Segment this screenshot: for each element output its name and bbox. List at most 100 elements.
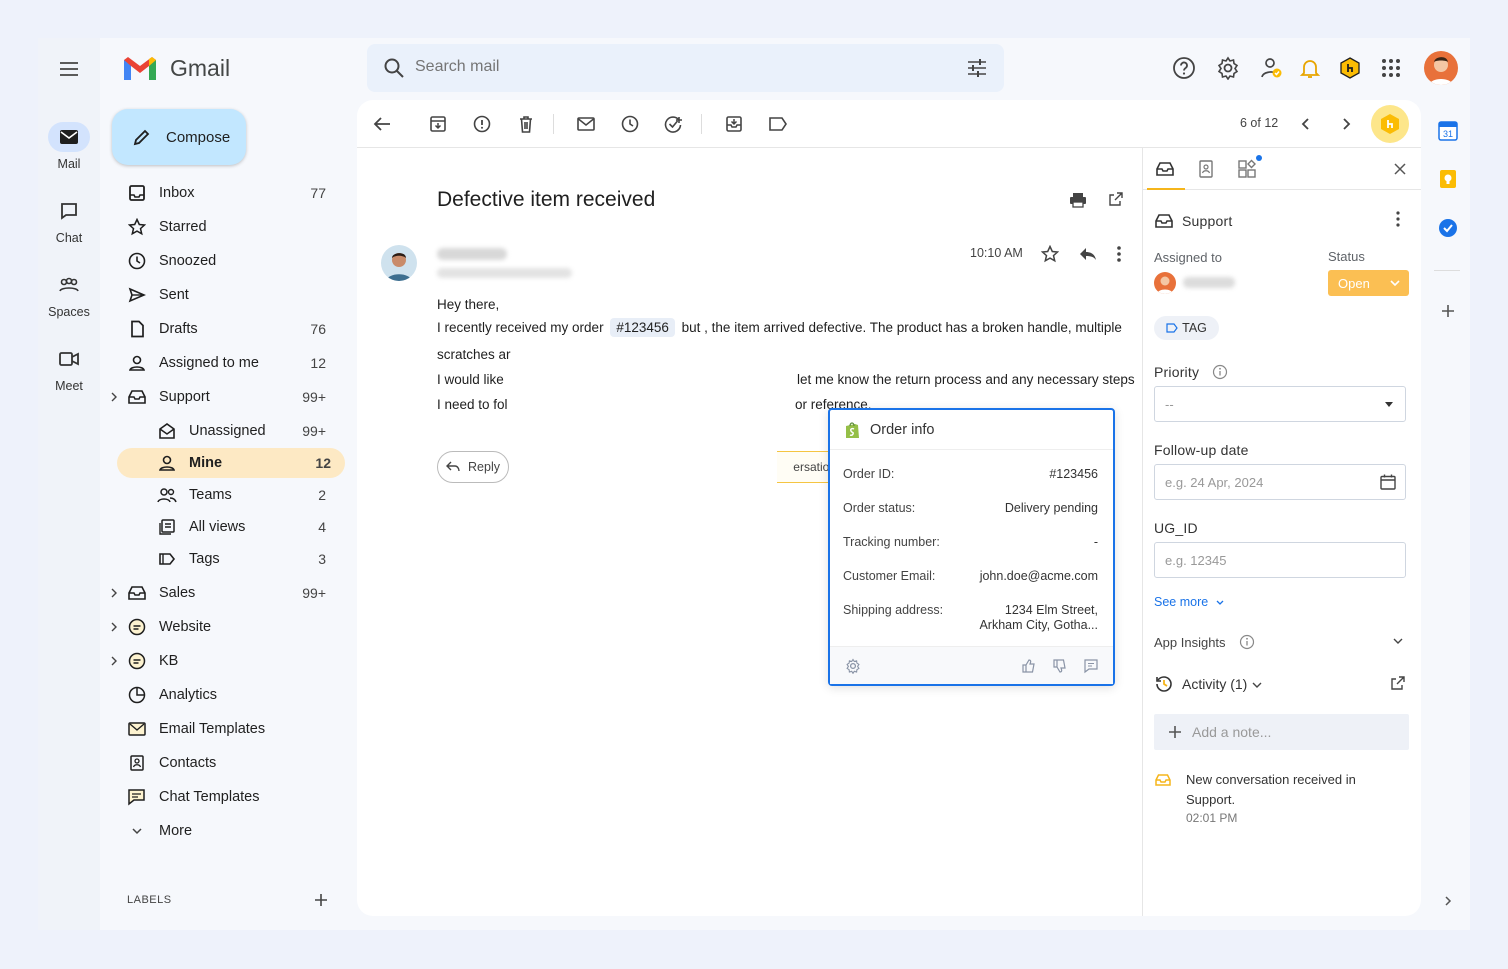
sidebar-item-website[interactable]: Website xyxy=(100,612,340,642)
hiver-extension-icon[interactable] xyxy=(1338,54,1362,82)
sidebar-item-unassigned[interactable]: Unassigned 99+ xyxy=(100,416,340,446)
active-tab-indicator xyxy=(1147,188,1185,190)
rail-chat[interactable]: Chat xyxy=(38,196,100,245)
open-external-icon[interactable] xyxy=(1391,676,1405,690)
info-icon[interactable] xyxy=(1212,364,1228,380)
rail-chat-label: Chat xyxy=(55,231,83,245)
sidebar-item-contacts[interactable]: Contacts xyxy=(100,748,340,778)
tasks-app-icon[interactable] xyxy=(1437,217,1459,239)
chevron-down-icon[interactable] xyxy=(1393,637,1403,645)
sidebar-item-sent[interactable]: Sent xyxy=(100,280,340,310)
archive-icon[interactable] xyxy=(427,113,449,135)
sidebar-item-email-templates[interactable]: Email Templates xyxy=(100,714,340,744)
notifications-bell-icon[interactable] xyxy=(1298,54,1322,82)
thumbs-up-icon[interactable] xyxy=(1021,658,1037,674)
gear-icon[interactable] xyxy=(845,658,861,674)
sidebar-item-assigned-to-me[interactable]: Assigned to me 12 xyxy=(100,348,340,378)
sidebar-item-mine[interactable]: Mine 12 xyxy=(117,448,345,478)
previous-chevron-icon[interactable] xyxy=(1295,113,1317,135)
reply-icon[interactable] xyxy=(1079,246,1097,262)
print-icon[interactable] xyxy=(1069,192,1087,208)
hiver-badge-icon[interactable] xyxy=(1371,105,1409,143)
add-label-icon[interactable] xyxy=(312,891,330,909)
tab-contact-icon[interactable] xyxy=(1195,158,1217,180)
ugid-label: UG_ID xyxy=(1154,520,1198,536)
keep-app-icon[interactable] xyxy=(1437,168,1459,190)
assignee-avatar[interactable] xyxy=(1154,272,1176,294)
app-insights-label[interactable]: App Insights xyxy=(1154,635,1226,650)
sidebar-item-drafts[interactable]: Drafts 76 xyxy=(100,314,340,344)
chevron-right-icon[interactable] xyxy=(108,391,120,403)
rail-mail[interactable]: Mail xyxy=(38,122,100,171)
more-vert-icon[interactable] xyxy=(1117,245,1121,263)
ugid-field[interactable]: e.g. 12345 xyxy=(1154,542,1406,578)
tab-conversation-icon[interactable] xyxy=(1154,158,1176,180)
label-icon[interactable] xyxy=(767,113,789,135)
priority-value: -- xyxy=(1165,396,1174,412)
search-input[interactable] xyxy=(415,58,915,76)
status-dropdown[interactable]: Open xyxy=(1328,270,1409,296)
sidebar-item-starred[interactable]: Starred xyxy=(100,212,340,242)
expand-panel-chevron-icon[interactable] xyxy=(1437,890,1459,912)
add-tag-button[interactable]: TAG xyxy=(1154,316,1219,340)
compose-button[interactable]: Compose xyxy=(112,109,246,165)
calendar-icon[interactable] xyxy=(1380,474,1396,490)
snooze-icon[interactable] xyxy=(619,113,641,135)
calendar-app-icon[interactable]: 31 xyxy=(1437,120,1459,142)
apps-grid-icon[interactable] xyxy=(1380,54,1402,82)
sidebar-item-inbox[interactable]: Inbox 77 xyxy=(100,178,340,208)
chevron-right-icon[interactable] xyxy=(108,655,120,667)
delete-icon[interactable] xyxy=(515,113,537,135)
more-vert-icon[interactable] xyxy=(1396,211,1400,227)
search-icon[interactable] xyxy=(383,57,405,79)
sidebar-item-chat-templates[interactable]: Chat Templates xyxy=(100,782,340,812)
followup-date-field[interactable]: e.g. 24 Apr, 2024 xyxy=(1154,464,1406,500)
star-icon[interactable] xyxy=(1041,245,1059,263)
main-menu-icon[interactable] xyxy=(54,54,84,84)
gmail-logo[interactable]: Gmail xyxy=(122,54,230,82)
address-line: 1234 Elm Street, xyxy=(1004,603,1098,617)
order-id-chip[interactable]: #123456 xyxy=(610,318,675,337)
sidebar-item-teams[interactable]: Teams 2 xyxy=(100,480,340,510)
sidebar-item-all-views[interactable]: All views 4 xyxy=(100,512,340,542)
priority-select[interactable]: -- xyxy=(1154,386,1406,422)
assignee-name-redacted[interactable] xyxy=(1183,277,1235,288)
account-avatar[interactable] xyxy=(1424,51,1458,85)
rail-meet[interactable]: Meet xyxy=(38,344,100,393)
reply-button[interactable]: Reply xyxy=(437,451,509,483)
close-icon[interactable] xyxy=(1389,158,1411,180)
rail-spaces[interactable]: Spaces xyxy=(38,270,100,319)
chevron-right-icon[interactable] xyxy=(108,587,120,599)
add-app-icon[interactable] xyxy=(1437,300,1459,322)
sidebar-item-sales[interactable]: Sales 99+ xyxy=(100,578,340,608)
sidebar-item-analytics[interactable]: Analytics xyxy=(100,680,340,710)
sidebar-item-kb[interactable]: KB xyxy=(100,646,340,676)
sidebar-item-more[interactable]: More xyxy=(100,816,340,846)
chevron-right-icon[interactable] xyxy=(108,621,120,633)
pie-chart-icon xyxy=(126,684,148,706)
back-arrow-icon[interactable] xyxy=(371,113,393,135)
app-name: Gmail xyxy=(170,54,231,81)
add-note-input[interactable]: Add a note... xyxy=(1154,714,1409,750)
sender-avatar[interactable] xyxy=(381,245,417,281)
help-icon[interactable] xyxy=(1172,54,1196,82)
assignee-icon[interactable] xyxy=(1260,54,1284,82)
move-to-icon[interactable] xyxy=(723,113,745,135)
next-chevron-icon[interactable] xyxy=(1335,113,1357,135)
sidebar-item-support[interactable]: Support 99+ xyxy=(100,382,340,412)
open-new-window-icon[interactable] xyxy=(1109,192,1123,206)
report-spam-icon[interactable] xyxy=(471,113,493,135)
search-options-icon[interactable] xyxy=(966,57,988,79)
add-task-icon[interactable] xyxy=(663,113,685,135)
activity-toggle[interactable]: Activity (1) xyxy=(1182,676,1247,692)
mark-unread-icon[interactable] xyxy=(575,113,597,135)
info-icon[interactable] xyxy=(1239,634,1255,650)
settings-icon[interactable] xyxy=(1216,54,1240,82)
sidebar-item-snoozed[interactable]: Snoozed xyxy=(100,246,340,276)
see-more-link[interactable]: See more xyxy=(1154,595,1224,609)
tab-apps-icon[interactable] xyxy=(1236,158,1258,180)
chevron-down-icon[interactable] xyxy=(1252,681,1262,689)
feedback-icon[interactable] xyxy=(1083,658,1099,674)
sidebar-item-tags[interactable]: Tags 3 xyxy=(100,544,340,574)
thumbs-down-icon[interactable] xyxy=(1052,658,1068,674)
